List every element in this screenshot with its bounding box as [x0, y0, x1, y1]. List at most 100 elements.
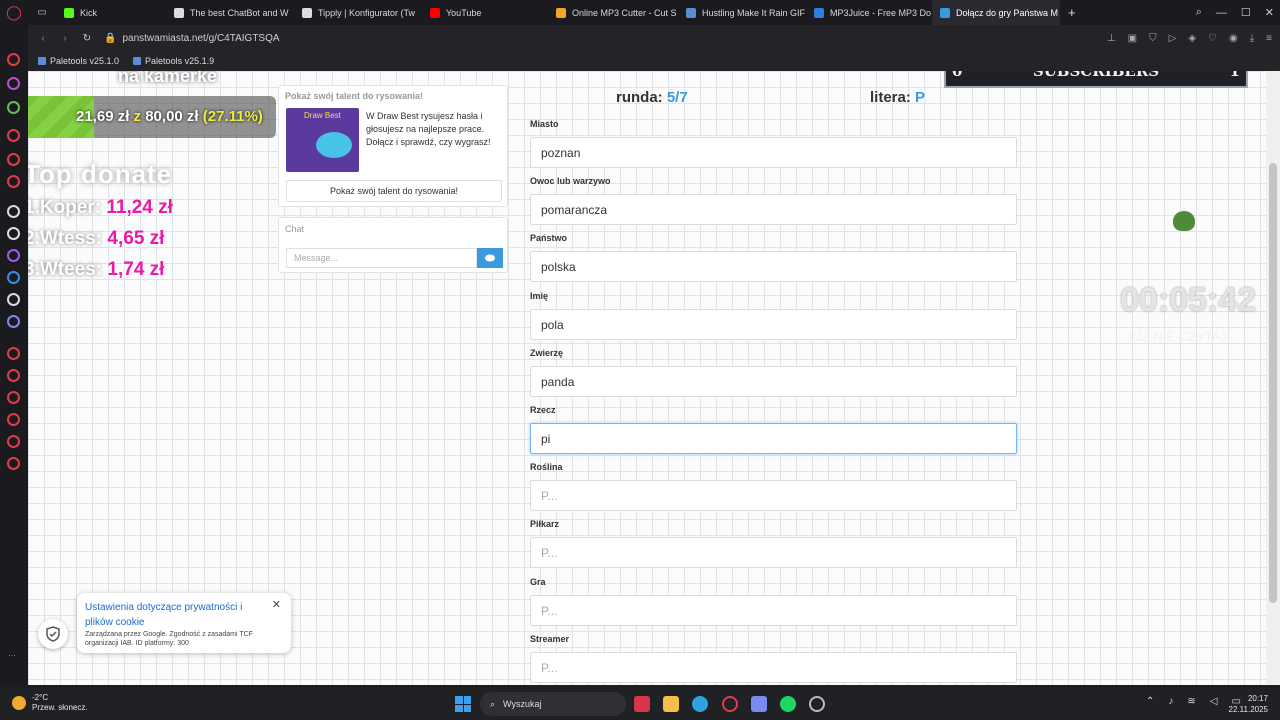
sidebar-home-icon[interactable] — [7, 53, 20, 66]
forward-button[interactable]: › — [58, 33, 72, 44]
volume-icon[interactable]: ◁ — [1210, 696, 1218, 707]
share-icon[interactable]: ◈ — [1188, 33, 1196, 44]
opera-taskbar-icon[interactable] — [722, 696, 738, 712]
url-field[interactable]: 🔒 panstwamiasta.net/g/C4TAIGTSQA — [104, 33, 280, 44]
browser-tab[interactable]: Tipply | Konfigurator (Tw — [294, 0, 422, 25]
spotify-icon[interactable] — [780, 696, 796, 712]
top-donate-title: Top donate — [28, 159, 173, 189]
microphone-icon[interactable]: ♪ — [1168, 696, 1173, 707]
sidebar-more-icon[interactable]: … — [8, 649, 16, 658]
heart-icon[interactable]: ♡ — [1208, 33, 1217, 44]
close-window-button[interactable]: ✕ — [1265, 6, 1274, 19]
page-scrollbar[interactable] — [1266, 71, 1280, 685]
weather-widget[interactable]: -2°C Przew. słonecz. — [12, 693, 88, 713]
chat-send-button[interactable] — [477, 248, 503, 268]
menu-icon[interactable]: ≡ — [1266, 33, 1272, 44]
plant-input[interactable] — [530, 480, 1017, 511]
tray-chevron-icon[interactable]: ⌃ — [1146, 696, 1154, 707]
sidebar-aria-icon[interactable] — [7, 205, 20, 218]
taskbar-clock[interactable]: 20:17 22.11.2025 — [1222, 693, 1268, 715]
shield-check-icon — [46, 626, 60, 642]
sidebar-extensions-icon[interactable] — [7, 435, 20, 448]
search-tabs-icon[interactable]: ⌕ — [1196, 6, 1202, 19]
game-input[interactable] — [530, 595, 1017, 626]
opera-logo-icon[interactable]: ◯ — [0, 0, 28, 25]
ad-thumbnail[interactable]: Draw Best — [286, 108, 359, 172]
donor-row: 3.Wtees: 1,74 zł — [28, 259, 165, 280]
file-explorer-icon[interactable] — [663, 696, 679, 712]
sidebar-twitch-icon[interactable] — [7, 249, 20, 262]
field-city: Miasto — [530, 119, 1017, 168]
ad-cta-button[interactable]: Pokaż swój talent do rysowania! — [286, 180, 502, 202]
workspaces-icon[interactable]: ▭ — [28, 0, 56, 25]
fruit-input[interactable] — [530, 194, 1017, 225]
start-button[interactable] — [455, 696, 471, 712]
sidebar-player-icon[interactable] — [7, 347, 20, 360]
streamer-input[interactable] — [530, 652, 1017, 683]
back-button[interactable]: ‹ — [36, 33, 50, 44]
edge-icon[interactable] — [692, 696, 708, 712]
play-icon[interactable]: ▷ — [1169, 33, 1177, 44]
pin-icon[interactable]: ⊥ — [1107, 33, 1116, 44]
field-label: Państwo — [530, 233, 568, 243]
bookmark-paletools-1[interactable]: Paletools v25.1.0 — [38, 56, 119, 66]
minimize-button[interactable]: — — [1216, 7, 1227, 19]
sidebar-history-icon[interactable] — [7, 391, 20, 404]
sidebar-app-icon[interactable] — [7, 153, 20, 166]
browser-tab[interactable]: Dołącz do gry Państwa M — [932, 0, 1060, 25]
sidebar-app-icon[interactable] — [7, 77, 20, 90]
name-input[interactable] — [530, 309, 1017, 340]
chat-message-input[interactable] — [286, 248, 477, 268]
city-input[interactable] — [530, 137, 1017, 168]
sidebar-settings-icon[interactable] — [7, 457, 20, 470]
country-input[interactable] — [530, 251, 1017, 282]
obs-icon[interactable] — [809, 696, 825, 712]
sidebar-messenger-icon[interactable] — [7, 271, 20, 284]
sidebar-chatgpt-icon[interactable] — [7, 227, 20, 240]
scrollbar-thumb[interactable] — [1269, 163, 1277, 603]
thing-input[interactable] — [530, 423, 1017, 454]
animal-input[interactable] — [530, 366, 1017, 397]
profile-icon[interactable]: ◉ — [1229, 33, 1238, 44]
sidebar-wallet-icon[interactable] — [7, 369, 20, 382]
bookmarks-bar: Paletools v25.1.0 Paletools v25.1.9 — [28, 51, 1280, 71]
sidebar-x-icon[interactable] — [7, 293, 20, 306]
taskbar-search[interactable]: ⌕ Wyszukaj — [480, 692, 626, 716]
browser-tab[interactable]: MP3Juice - Free MP3 Do — [806, 0, 932, 25]
address-bar: ‹ › ↻ 🔒 panstwamiasta.net/g/C4TAIGTSQA ⊥… — [28, 25, 1280, 51]
tab-label: Hustling Make It Rain GIF — [702, 7, 806, 18]
camera-icon[interactable]: ▣ — [1128, 33, 1137, 44]
sidebar-app-icon[interactable] — [7, 101, 20, 114]
cookie-title[interactable]: Ustawienia dotyczące prywatności i plikó… — [85, 600, 265, 630]
browser-tab[interactable]: Hustling Make It Rain GIF — [678, 0, 806, 25]
browser-tab[interactable]: Kick — [56, 0, 166, 25]
url-text: panstwamiasta.net/g/C4TAIGTSQA — [122, 32, 280, 44]
goal-text: 21,69 zł z 80,00 zł (27.11%) — [76, 108, 263, 125]
new-tab-button[interactable]: + — [1060, 0, 1084, 25]
field-streamer: Streamer — [530, 634, 1017, 683]
field-label: Zwierzę — [530, 348, 564, 358]
footballer-input[interactable] — [530, 537, 1017, 568]
sidebar-discord-icon[interactable] — [7, 315, 20, 328]
cookie-subtitle: Zarządzana przez Google. Zgodność z zasa… — [85, 631, 253, 647]
sidebar-app-icon[interactable] — [7, 175, 20, 188]
field-thing: Rzecz — [530, 405, 1017, 454]
sidebar-downloads-icon[interactable] — [7, 413, 20, 426]
window-controls: ⌕ — ☐ ✕ — [1196, 0, 1274, 25]
cookie-close-button[interactable]: ✕ — [272, 598, 281, 611]
round-indicator: runda: 5/7 — [616, 89, 688, 106]
browser-tab[interactable]: The best ChatBot and W — [166, 0, 294, 25]
shield-icon[interactable]: ⛉ — [1149, 33, 1157, 44]
bookmark-paletools-2[interactable]: Paletools v25.1.9 — [133, 56, 214, 66]
discord-taskbar-icon[interactable] — [751, 696, 767, 712]
search-icon: ⌕ — [490, 698, 496, 709]
browser-tab[interactable]: Online MP3 Cutter - Cut S — [548, 0, 678, 25]
wifi-icon[interactable]: ≋ — [1187, 696, 1195, 707]
download-icon[interactable]: ⤓ — [1250, 33, 1254, 44]
maximize-button[interactable]: ☐ — [1241, 6, 1251, 19]
sidebar-app-icon[interactable] — [7, 129, 20, 142]
privacy-shield-button[interactable] — [38, 619, 68, 649]
taskbar-app-icon[interactable] — [634, 696, 650, 712]
browser-tab[interactable]: YouTube — [422, 0, 548, 25]
reload-button[interactable]: ↻ — [80, 33, 94, 44]
